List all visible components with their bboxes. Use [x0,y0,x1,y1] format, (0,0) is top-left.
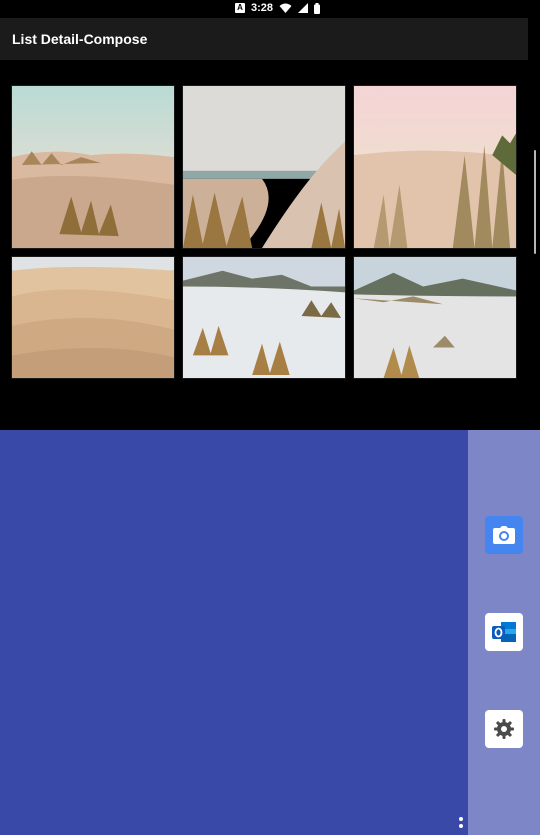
dot [459,824,463,828]
photo-grid [11,85,517,379]
wifi-icon [279,3,292,13]
photo-thumbnail[interactable] [182,85,346,249]
photo-thumbnail[interactable] [182,256,346,379]
cellular-icon [298,3,309,13]
app-title: List Detail-Compose [12,31,148,47]
notification-a-icon: A [235,3,245,13]
battery-icon [314,2,321,14]
outlook-icon [492,622,516,642]
photo-thumbnail[interactable] [11,85,175,249]
settings-app-button[interactable] [485,710,523,748]
status-time: 3:28 [251,2,274,14]
scrollbar[interactable] [534,150,536,254]
camera-icon [493,526,515,544]
photo-thumbnail[interactable] [353,256,517,379]
settings-gear-icon [494,719,514,739]
camera-app-button[interactable] [485,516,523,554]
dot [459,817,463,821]
status-bar: A 3:28 [0,0,540,18]
outlook-app-button[interactable] [485,613,523,651]
photo-thumbnail[interactable] [11,256,175,379]
taskbar [468,430,540,835]
detail-pane [0,430,468,835]
app-bar: List Detail-Compose [0,18,528,60]
more-options-icon[interactable] [459,817,463,831]
photo-thumbnail[interactable] [353,85,517,249]
